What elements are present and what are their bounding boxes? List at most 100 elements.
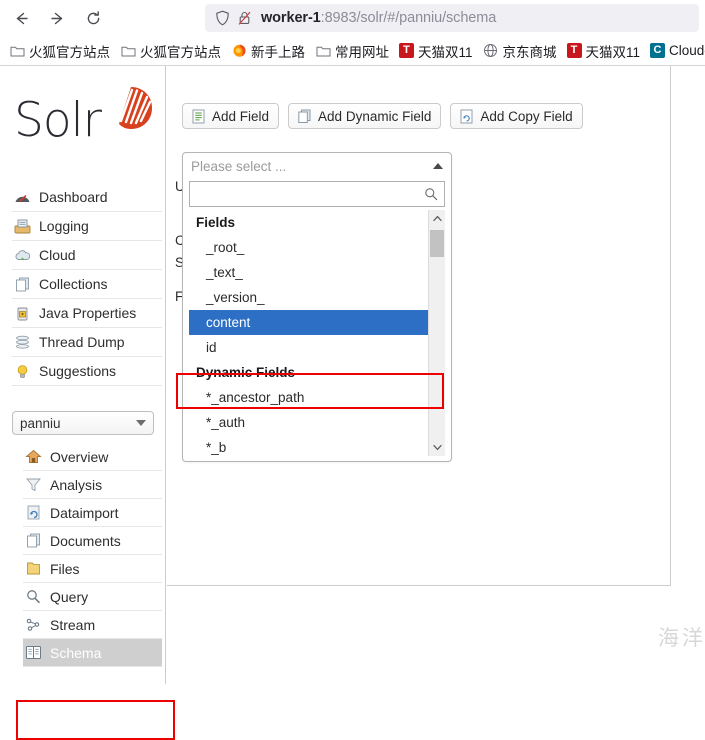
content-area: Add Field Add Dynamic Field Add Copy Fie… (165, 66, 705, 684)
bookmark-label: 天猫双11 (585, 44, 641, 60)
field-option-auth[interactable]: *_auth (189, 410, 428, 435)
folder-icon (120, 43, 136, 59)
field-option-root[interactable]: _root_ (189, 235, 428, 260)
sidebar-item-collections[interactable]: Collections (12, 270, 162, 299)
sidebar-item-logging[interactable]: Logging (12, 212, 162, 241)
sidebar-item-label: Documents (50, 532, 121, 549)
sidebar-item-files[interactable]: Files (23, 555, 162, 583)
field-option-id[interactable]: id (189, 335, 428, 360)
sidebar-item-label: Java Properties (39, 305, 137, 321)
sidebar-item-analysis[interactable]: Analysis (23, 471, 162, 499)
dropdown-scrollbar[interactable] (428, 210, 445, 456)
field-option-b[interactable]: *_b (189, 435, 428, 456)
scroll-up-arrow-icon[interactable] (429, 210, 445, 227)
sidebar-item-dashboard[interactable]: Dashboard (12, 183, 162, 212)
sidebar-item-label: Dataimport (50, 504, 119, 521)
url-bar[interactable]: worker-1:8983/solr/#/panniu/schema (205, 4, 699, 32)
add-field-button[interactable]: Add Field (182, 103, 280, 129)
bookmark-item[interactable]: 新手上路 (226, 39, 310, 63)
bookmark-item[interactable]: T 天猫双11 (394, 39, 478, 63)
bookmark-item[interactable]: C Cloudera Mar (645, 39, 705, 63)
back-arrow-icon[interactable] (6, 3, 36, 33)
chevron-up-icon (433, 163, 443, 169)
thread-stack-icon (14, 334, 31, 351)
browser-chrome: worker-1:8983/solr/#/panniu/schema 火狐官方站… (0, 0, 705, 66)
sidebar-item-label: Logging (39, 218, 89, 234)
sidebar-item-schema[interactable]: Schema (23, 639, 162, 667)
field-search-input[interactable] (196, 183, 423, 205)
lightbulb-icon (14, 363, 31, 380)
forward-arrow-icon[interactable] (42, 3, 72, 33)
add-copy-field-button[interactable]: Add Copy Field (450, 103, 583, 129)
bookmark-label: 新手上路 (251, 44, 305, 60)
lock-crossed-icon[interactable] (233, 7, 255, 29)
sidebar: Solr Dashboard Logging Cloud Collections… (0, 66, 165, 684)
bookmark-label: 天猫双11 (418, 44, 473, 60)
solr-wordmark: Solr (14, 93, 102, 148)
home-icon (25, 448, 42, 465)
sidebar-item-query[interactable]: Query (23, 583, 162, 611)
sidebar-item-overview[interactable]: Overview (23, 443, 162, 471)
folder-yellow-icon (25, 560, 42, 577)
main-menu: Dashboard Logging Cloud Collections Java… (12, 183, 162, 386)
magnifier-icon (423, 187, 438, 202)
sidebar-item-suggestions[interactable]: Suggestions (12, 357, 162, 386)
add-dynamic-field-icon (296, 108, 312, 124)
dropdown-scroll-thumb[interactable] (430, 230, 444, 257)
bookmark-label: 京东商城 (502, 44, 557, 60)
globe-icon (483, 43, 499, 59)
sidebar-item-label: Query (50, 588, 89, 605)
core-selector-value: panniu (20, 415, 61, 431)
bookmark-label: 常用网址 (335, 44, 389, 60)
tmall-icon: T (399, 43, 414, 58)
field-option-version[interactable]: _version_ (189, 285, 428, 310)
bookmark-item[interactable]: 火狐官方站点 (115, 39, 226, 63)
sidebar-item-label: Dashboard (39, 189, 108, 205)
url-path: :8983/solr/#/panniu/schema (320, 10, 497, 26)
watermark: 海洋部落 (658, 626, 705, 650)
browser-navigation-bar: worker-1:8983/solr/#/panniu/schema (0, 0, 705, 36)
speedometer-icon (14, 189, 31, 206)
field-group-label: Fields (196, 215, 236, 230)
field-select-header[interactable]: Please select ... (183, 153, 451, 179)
collections-stack-icon (14, 276, 31, 293)
field-option-list-viewport: Fields _root_ _text_ _version_ content i… (189, 210, 445, 456)
folder-icon (9, 43, 25, 59)
logging-tray-icon (14, 218, 31, 235)
sidebar-item-cloud[interactable]: Cloud (12, 241, 162, 270)
bookmark-item[interactable]: 京东商城 (478, 39, 562, 63)
shield-icon[interactable] (211, 7, 233, 29)
scroll-down-arrow-icon[interactable] (429, 439, 445, 456)
sidebar-item-java-properties[interactable]: Java Properties (12, 299, 162, 328)
solr-admin-page: Solr Dashboard Logging Cloud Collections… (0, 66, 705, 740)
core-selector[interactable]: panniu (12, 411, 154, 435)
folder-icon (315, 43, 331, 59)
field-select-dropdown[interactable]: Please select ... Fields _root_ _text_ _… (182, 152, 452, 462)
reload-icon[interactable] (78, 3, 108, 33)
sidebar-item-documents[interactable]: Documents (23, 527, 162, 555)
core-menu: Overview Analysis Dataimport Documents F… (23, 443, 162, 667)
field-option-content[interactable]: content (189, 310, 428, 335)
bookmark-item[interactable]: T 天猫双11 (562, 39, 646, 63)
field-option-ancestor-path[interactable]: *_ancestor_path (189, 385, 428, 410)
field-option-text[interactable]: _text_ (189, 260, 428, 285)
add-field-label: Add Field (212, 108, 270, 124)
bookmark-label: 火狐官方站点 (29, 44, 110, 60)
bookmarks-bar: 火狐官方站点 火狐官方站点 新手上路 常用网址 T 天猫双11 京东商城 T 天… (0, 36, 705, 65)
bookmark-item[interactable]: 火狐官方站点 (4, 39, 115, 63)
sidebar-item-dataimport[interactable]: Dataimport (23, 499, 162, 527)
sidebar-item-thread-dump[interactable]: Thread Dump (12, 328, 162, 357)
field-group-label: Dynamic Fields (196, 365, 296, 380)
add-dynamic-field-button[interactable]: Add Dynamic Field (288, 103, 442, 129)
solr-logo[interactable]: Solr (14, 83, 154, 153)
field-search-box[interactable] (189, 181, 445, 207)
sidebar-item-stream[interactable]: Stream (23, 611, 162, 639)
add-copy-field-label: Add Copy Field (480, 108, 573, 124)
sidebar-item-label: Analysis (50, 476, 103, 493)
bookmark-item[interactable]: 常用网址 (310, 39, 394, 63)
sidebar-item-label: Files (50, 560, 80, 577)
documents-stack-icon (25, 532, 42, 549)
sidebar-item-label: Overview (50, 448, 109, 465)
java-coffee-icon (14, 305, 31, 322)
field-option-list: Fields _root_ _text_ _version_ content i… (189, 210, 428, 456)
